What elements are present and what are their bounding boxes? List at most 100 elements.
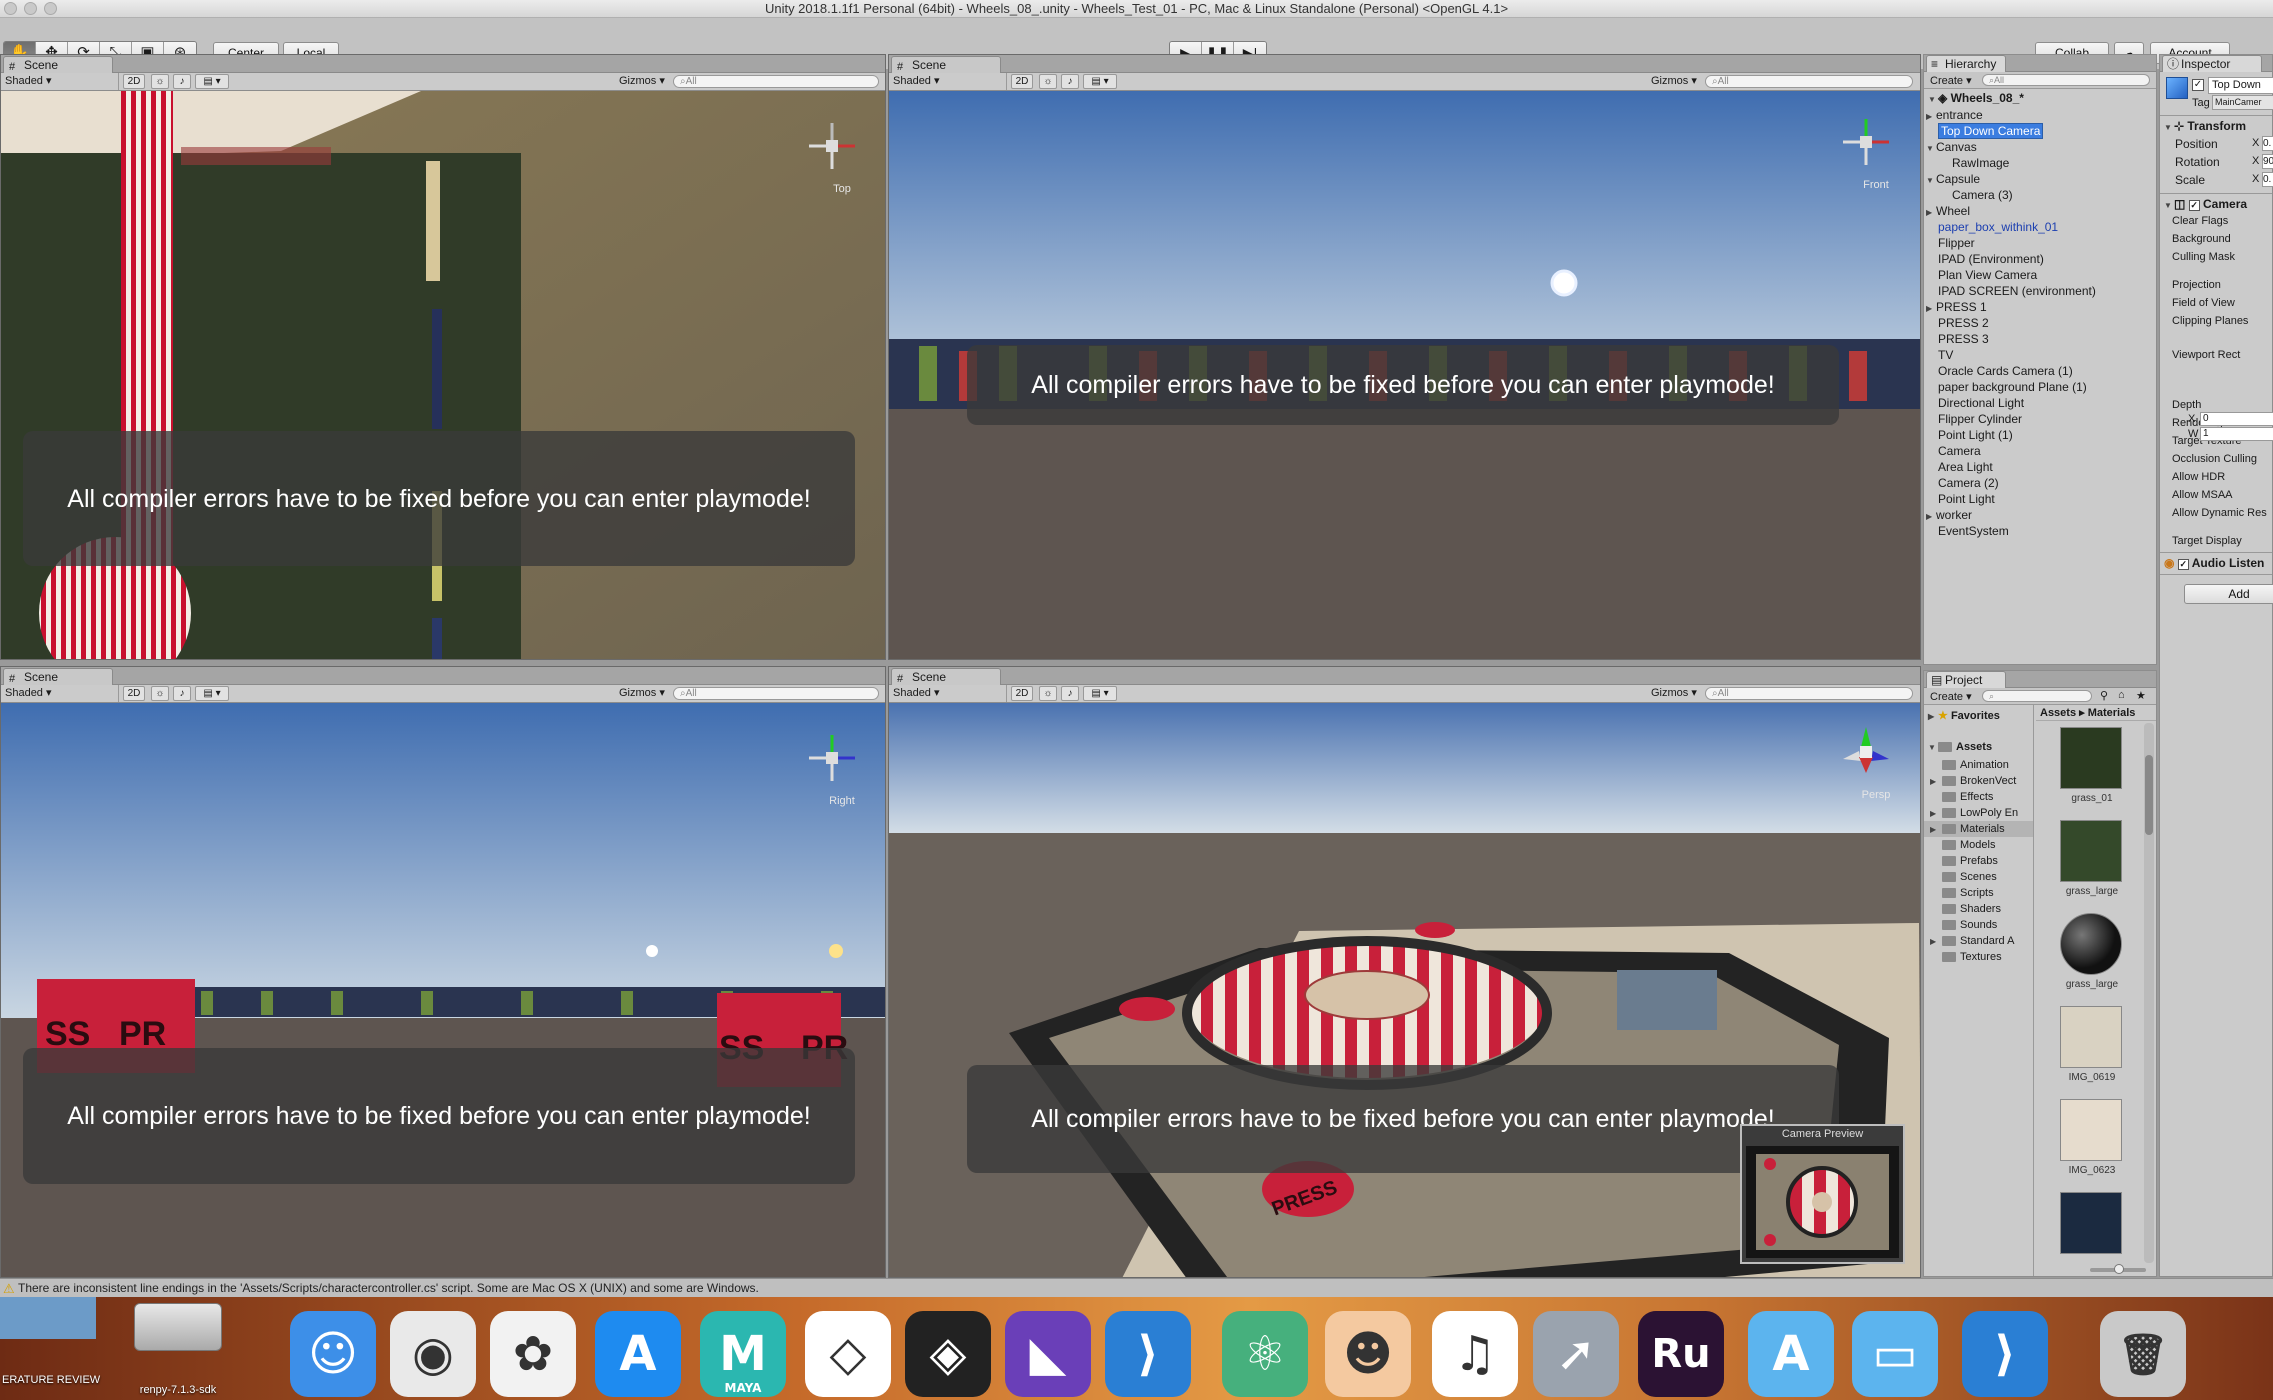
lighting-icon[interactable]: ☼ (1039, 74, 1057, 89)
scene-viewport[interactable]: SS PR SS PR Right All compiler errors ha… (1, 703, 885, 1277)
visual-studio-icon[interactable]: ◣ (1005, 1311, 1091, 1397)
scene-viewport[interactable]: Top All compiler errors have to be fixed… (1, 91, 885, 659)
asset-thumbnail[interactable] (2060, 727, 2122, 789)
project-folder-item[interactable]: Models (1924, 837, 2033, 853)
project-folder-item[interactable]: Scenes (1924, 869, 2033, 885)
hierarchy-item[interactable]: Flipper (1924, 235, 2156, 251)
gizmos-dropdown[interactable]: Gizmos ▾ (619, 73, 665, 90)
applications-folder-icon[interactable]: A (1748, 1311, 1834, 1397)
audio-icon[interactable]: ♪ (173, 74, 191, 89)
project-folder-item[interactable]: Textures (1924, 949, 2033, 965)
project-folder-item[interactable]: Sounds (1924, 917, 2033, 933)
chevron-right-icon[interactable]: ▶ (1926, 301, 1936, 315)
gizmos-dropdown[interactable]: Gizmos ▾ (619, 685, 665, 702)
hierarchy-item[interactable]: ▶ worker (1924, 507, 2156, 523)
scene-tab[interactable]: # Scene (891, 56, 1001, 73)
project-folder-item[interactable]: Scripts (1924, 885, 2033, 901)
asset-thumbnail[interactable] (2060, 1192, 2122, 1254)
lighting-icon[interactable]: ☼ (151, 686, 169, 701)
effects-icon[interactable]: ▤ ▾ (1083, 74, 1117, 89)
active-checkbox[interactable]: ✓ (2192, 79, 2204, 91)
project-folder-item[interactable]: ▶ Standard A (1924, 933, 2033, 949)
hierarchy-item[interactable]: Plan View Camera (1924, 267, 2156, 283)
hierarchy-item[interactable]: Oracle Cards Camera (1) (1924, 363, 2156, 379)
inspector-tab[interactable]: ⓘ Inspector (2162, 55, 2262, 72)
hierarchy-create-dropdown[interactable]: Create ▾ (1930, 74, 1972, 87)
lighting-icon[interactable]: ☼ (151, 74, 169, 89)
app-store-icon[interactable]: A (595, 1311, 681, 1397)
transform-value-field[interactable]: 90 (2262, 154, 2273, 169)
minimize-window-button[interactable] (24, 2, 37, 15)
toggle-2d-button[interactable]: 2D (123, 686, 145, 701)
hierarchy-item[interactable]: ▶ Wheel (1924, 203, 2156, 219)
photos-icon[interactable]: ✿ (490, 1311, 576, 1397)
axis-gizmo[interactable]: Persp (1831, 717, 1901, 807)
toggle-2d-button[interactable]: 2D (1011, 686, 1033, 701)
maya-icon[interactable]: M MAYA (700, 1311, 786, 1397)
object-name-field[interactable]: Top Down (2208, 77, 2273, 94)
project-folder-item[interactable]: ▶ BrokenVect (1924, 773, 2033, 789)
chevron-right-icon[interactable]: ▶ (1930, 934, 1942, 949)
hierarchy-item[interactable]: ▼ Canvas (1924, 139, 2156, 155)
axis-gizmo[interactable]: Top (797, 111, 867, 201)
chevron-right-icon[interactable]: ▶ (1926, 109, 1936, 123)
hierarchy-search-input[interactable]: ⌕All (1982, 74, 2150, 86)
close-window-button[interactable] (4, 2, 17, 15)
lighting-icon[interactable]: ☼ (1039, 686, 1057, 701)
scene-search-input[interactable]: ⌕All (1705, 75, 1913, 88)
hierarchy-item[interactable]: IPAD (Environment) (1924, 251, 2156, 267)
hierarchy-item[interactable]: Camera (2) (1924, 475, 2156, 491)
filter-type-icon[interactable]: ⚲ (2100, 689, 2108, 702)
effects-icon[interactable]: ▤ ▾ (1083, 686, 1117, 701)
chevron-down-icon[interactable]: ▼ (1926, 141, 1936, 155)
audio-enabled-checkbox[interactable]: ✓ (2177, 559, 2189, 570)
atom-icon[interactable]: ⚛ (1222, 1311, 1308, 1397)
audio-icon[interactable]: ♪ (1061, 74, 1079, 89)
hierarchy-item[interactable]: Top Down Camera (1924, 123, 2156, 139)
asset-scrollbar[interactable] (2144, 723, 2154, 1263)
scene-search-input[interactable]: ⌕All (673, 687, 879, 700)
tag-dropdown[interactable]: MainCamer (2212, 95, 2273, 110)
project-tab[interactable]: ▤ Project (1926, 671, 2006, 688)
project-folder-item[interactable]: Animation (1924, 757, 2033, 773)
hierarchy-item[interactable]: Camera (3) (1924, 187, 2156, 203)
hierarchy-item[interactable]: ▼ Capsule (1924, 171, 2156, 187)
scene-search-input[interactable]: ⌕All (673, 75, 879, 88)
hierarchy-item[interactable]: Camera (1924, 443, 2156, 459)
hierarchy-item[interactable]: ▶ PRESS 1 (1924, 299, 2156, 315)
gizmos-dropdown[interactable]: Gizmos ▾ (1651, 685, 1697, 702)
hierarchy-item[interactable]: paper_box_withink_01 (1924, 219, 2156, 235)
hierarchy-item[interactable]: Point Light (1) (1924, 427, 2156, 443)
itunes-icon[interactable]: ♫ (1432, 1311, 1518, 1397)
scene-tab[interactable]: # Scene (3, 56, 113, 73)
hierarchy-item[interactable]: PRESS 3 (1924, 331, 2156, 347)
camera-component-header[interactable]: ▼ ◫ ✓ Camera (2164, 197, 2247, 211)
audio-icon[interactable]: ♪ (173, 686, 191, 701)
asset-thumbnail[interactable] (2060, 913, 2122, 975)
scene-tab[interactable]: # Scene (3, 668, 113, 685)
hierarchy-tab[interactable]: ≡ Hierarchy (1926, 55, 2006, 72)
scene-viewport[interactable]: Front All compiler errors have to be fix… (889, 91, 1920, 659)
unity-hub-icon[interactable]: ◇ (805, 1311, 891, 1397)
gizmos-dropdown[interactable]: Gizmos ▾ (1651, 73, 1697, 90)
breadcrumb-assets[interactable]: Assets (2040, 707, 2076, 719)
hierarchy-item[interactable]: PRESS 2 (1924, 315, 2156, 331)
chevron-right-icon[interactable]: ▶ (1926, 205, 1936, 219)
hierarchy-item[interactable]: IPAD SCREEN (environment) (1924, 283, 2156, 299)
favorites-node[interactable]: ▶ ★ Favorites (1928, 709, 2000, 722)
asset-thumbnail[interactable] (2060, 820, 2122, 882)
shading-dropdown[interactable]: Shaded ▾ (3, 685, 119, 702)
status-bar[interactable]: ⚠ There are inconsistent line endings in… (0, 1278, 2273, 1297)
asset-thumbnail[interactable] (2060, 1099, 2122, 1161)
shading-dropdown[interactable]: Shaded ▾ (891, 685, 1007, 702)
favorite-star-icon[interactable]: ★ (2136, 689, 2146, 702)
transform-value-field[interactable]: 0. (2262, 136, 2273, 151)
hierarchy-item[interactable]: EventSystem (1924, 523, 2156, 539)
audio-listener-header[interactable]: ◉ ✓ Audio Listen (2164, 556, 2264, 570)
rush-icon[interactable]: Ru (1638, 1311, 1724, 1397)
toggle-2d-button[interactable]: 2D (123, 74, 145, 89)
project-folder-item[interactable]: ▶ Materials (1924, 821, 2033, 837)
project-search-input[interactable]: ⌕ (1982, 690, 2092, 702)
unity-icon[interactable]: ◈ (905, 1311, 991, 1397)
scene-view-front[interactable]: # Scene Shaded ▾ 2D ☼ ♪ ▤ ▾ Gizmos ▾ ⌕All… (888, 54, 1921, 660)
